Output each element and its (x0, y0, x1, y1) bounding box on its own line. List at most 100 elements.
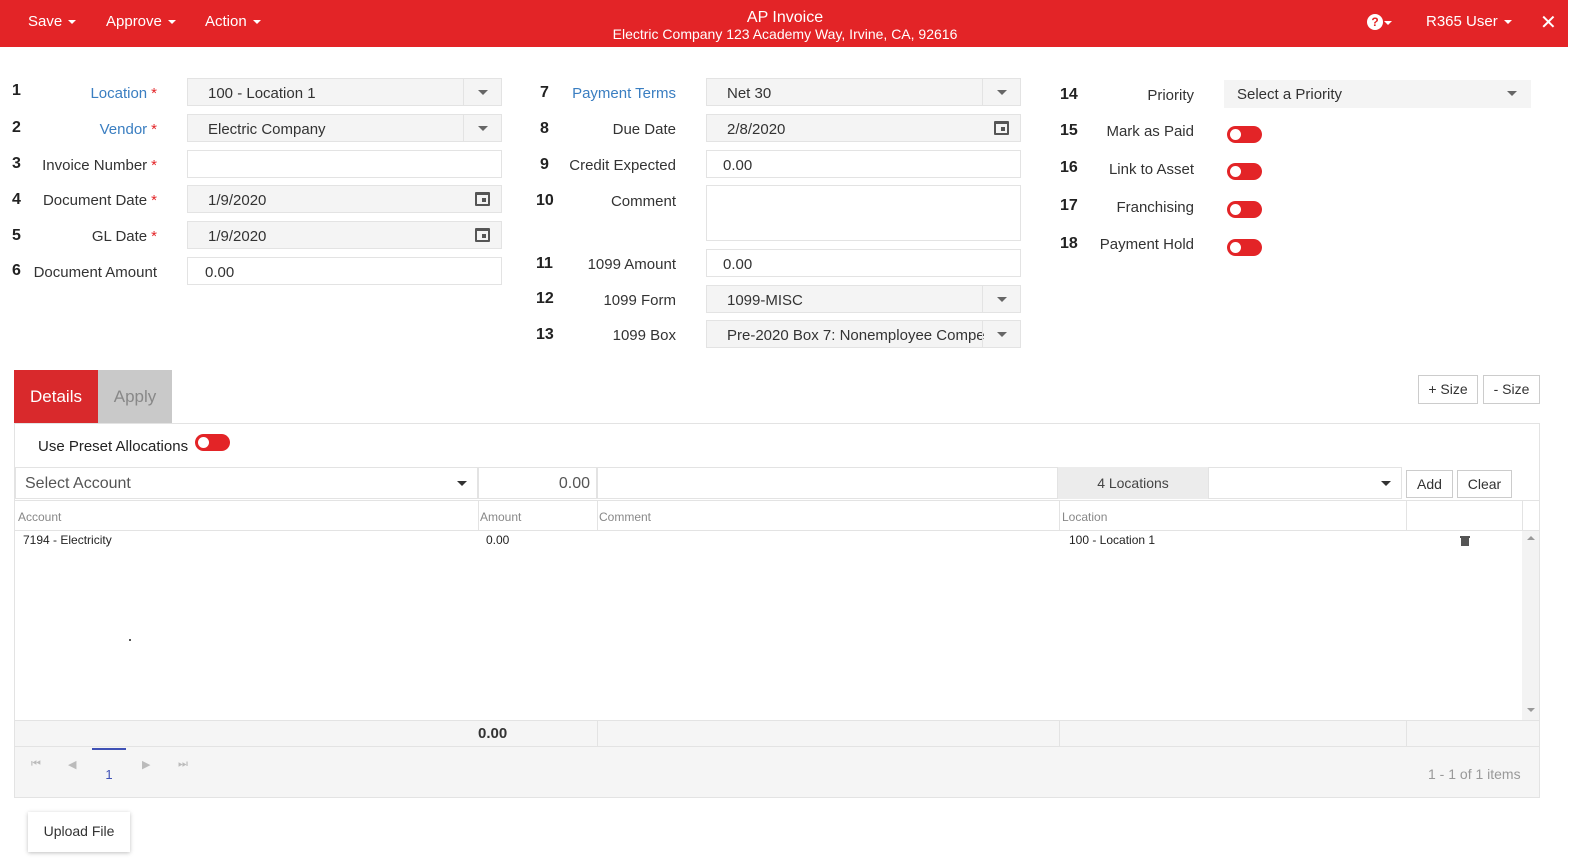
credit-expected-input[interactable]: 0.00 (706, 150, 1021, 178)
preset-allocations-toggle[interactable] (195, 434, 230, 451)
current-page[interactable]: 1 (92, 748, 126, 782)
chevron-down-icon (68, 20, 77, 25)
approve-menu[interactable]: Approve (106, 13, 176, 30)
link-to-asset-toggle[interactable] (1227, 163, 1262, 180)
chevron-down-icon (1384, 21, 1392, 25)
cell-account[interactable]: 7194 - Electricity (23, 533, 112, 547)
amount-1099-input[interactable]: 0.00 (706, 249, 1021, 277)
dropdown-arrow-icon[interactable] (1493, 80, 1531, 106)
calendar-icon[interactable] (475, 228, 490, 242)
column-header-account[interactable]: Account (18, 510, 61, 524)
top-bar: Save Approve Action AP Invoice Electric … (0, 0, 1568, 47)
amount-total: 0.00 (478, 725, 508, 742)
add-button[interactable]: Add (1406, 470, 1453, 498)
field-number: 11 (536, 255, 553, 272)
action-menu[interactable]: Action (205, 13, 261, 30)
column-header-location[interactable]: Location (1062, 510, 1107, 524)
account-select[interactable]: Select Account (15, 467, 478, 499)
stray-dot (129, 639, 131, 641)
cell-location[interactable]: 100 - Location 1 (1069, 533, 1155, 547)
column-divider (1522, 500, 1523, 531)
link-to-asset-label: Link to Asset (1108, 161, 1194, 178)
field-number: 13 (536, 326, 554, 343)
field-number: 8 (540, 120, 549, 137)
due-date-input[interactable]: 2/8/2020 (706, 114, 1021, 142)
box-1099-select[interactable]: Pre-2020 Box 7: Nonemployee Compe (706, 320, 1021, 348)
location-select[interactable]: 100 - Location 1 (187, 78, 502, 106)
franchising-label: Franchising (1116, 199, 1194, 216)
close-icon[interactable]: ✕ (1540, 10, 1557, 35)
grid-scrollbar[interactable] (1522, 531, 1539, 720)
box-1099-label: 1099 Box (612, 327, 676, 344)
field-number: 12 (536, 290, 554, 307)
franchising-toggle[interactable] (1227, 201, 1262, 218)
chevron-down-icon (167, 20, 176, 25)
save-menu[interactable]: Save (28, 13, 77, 30)
calendar-icon[interactable] (994, 121, 1009, 135)
vendor-label[interactable]: Vendor * (20, 121, 157, 138)
column-divider (1406, 500, 1407, 531)
dropdown-arrow-icon[interactable] (1381, 481, 1391, 486)
payment-hold-toggle[interactable] (1227, 239, 1262, 256)
tab-details[interactable]: Details (14, 370, 98, 423)
form-1099-select[interactable]: 1099-MISC (706, 285, 1021, 313)
comment-input[interactable] (597, 467, 1058, 499)
pager-info: 1 - 1 of 1 items (1428, 766, 1521, 782)
dropdown-arrow-icon[interactable] (982, 286, 1020, 312)
next-page-icon[interactable]: ▶ (142, 758, 150, 771)
vendor-address: Electric Company 123 Academy Way, Irvine… (612, 26, 958, 42)
chevron-down-icon (252, 20, 261, 25)
dropdown-arrow-icon[interactable] (463, 115, 501, 141)
tab-apply[interactable]: Apply (98, 370, 172, 423)
location-select[interactable] (1208, 467, 1402, 499)
comment-label: Comment (610, 193, 676, 210)
document-amount-input[interactable]: 0.00 (187, 257, 502, 285)
field-number: 18 (1060, 235, 1078, 252)
comment-textarea[interactable] (706, 185, 1021, 241)
amount-input[interactable]: 0.00 (478, 467, 597, 499)
gl-date-label: GL Date * (91, 228, 157, 245)
priority-select[interactable]: Select a Priority (1224, 80, 1531, 108)
dropdown-arrow-icon[interactable] (982, 321, 1020, 347)
clear-button[interactable]: Clear (1457, 470, 1512, 498)
previous-page-icon[interactable]: ◀ (68, 758, 76, 771)
gl-date-input[interactable]: 1/9/2020 (187, 221, 502, 249)
column-divider (1059, 721, 1060, 746)
mark-as-paid-toggle[interactable] (1227, 126, 1262, 143)
last-page-icon[interactable]: ⏭ (178, 758, 188, 771)
column-header-comment[interactable]: Comment (599, 510, 651, 524)
due-date-label: Due Date (612, 121, 676, 138)
column-divider (1406, 721, 1407, 746)
column-header-amount[interactable]: Amount (480, 510, 521, 524)
dropdown-arrow-icon[interactable] (457, 481, 467, 486)
payment-terms-label[interactable]: Payment Terms (560, 85, 676, 102)
document-date-input[interactable]: 1/9/2020 (187, 185, 502, 213)
increase-size-button[interactable]: + Size (1418, 375, 1478, 404)
upload-file-button[interactable]: Upload File (28, 812, 130, 852)
page-title-block: AP Invoice Electric Company 123 Academy … (560, 9, 1010, 43)
grid-header (15, 500, 1539, 531)
chevron-down-icon (1503, 20, 1512, 25)
decrease-size-button[interactable]: - Size (1483, 375, 1540, 404)
cell-amount[interactable]: 0.00 (486, 533, 509, 547)
column-divider (478, 500, 479, 531)
priority-label: Priority (1147, 87, 1194, 104)
scroll-up-icon[interactable] (1527, 536, 1535, 540)
field-number: 10 (536, 192, 554, 209)
vendor-select[interactable]: Electric Company (187, 114, 502, 142)
scroll-down-icon[interactable] (1527, 708, 1535, 712)
trash-icon[interactable] (1460, 534, 1470, 546)
credit-expected-label: Credit Expected (569, 157, 676, 174)
payment-terms-select[interactable]: Net 30 (706, 78, 1021, 106)
user-menu[interactable]: R365 User (1426, 13, 1512, 30)
invoice-number-label: Invoice Number * (42, 157, 157, 174)
question-circle-icon[interactable]: ? (1367, 14, 1383, 30)
location-label[interactable]: Location * (20, 85, 157, 102)
calendar-icon[interactable] (475, 192, 490, 206)
dropdown-arrow-icon[interactable] (463, 79, 501, 105)
dropdown-arrow-icon[interactable] (982, 79, 1020, 105)
first-page-icon[interactable]: ⏮ (31, 758, 41, 771)
field-number: 17 (1060, 197, 1078, 214)
locations-badge[interactable]: 4 Locations (1058, 467, 1208, 499)
invoice-number-input[interactable] (187, 150, 502, 178)
